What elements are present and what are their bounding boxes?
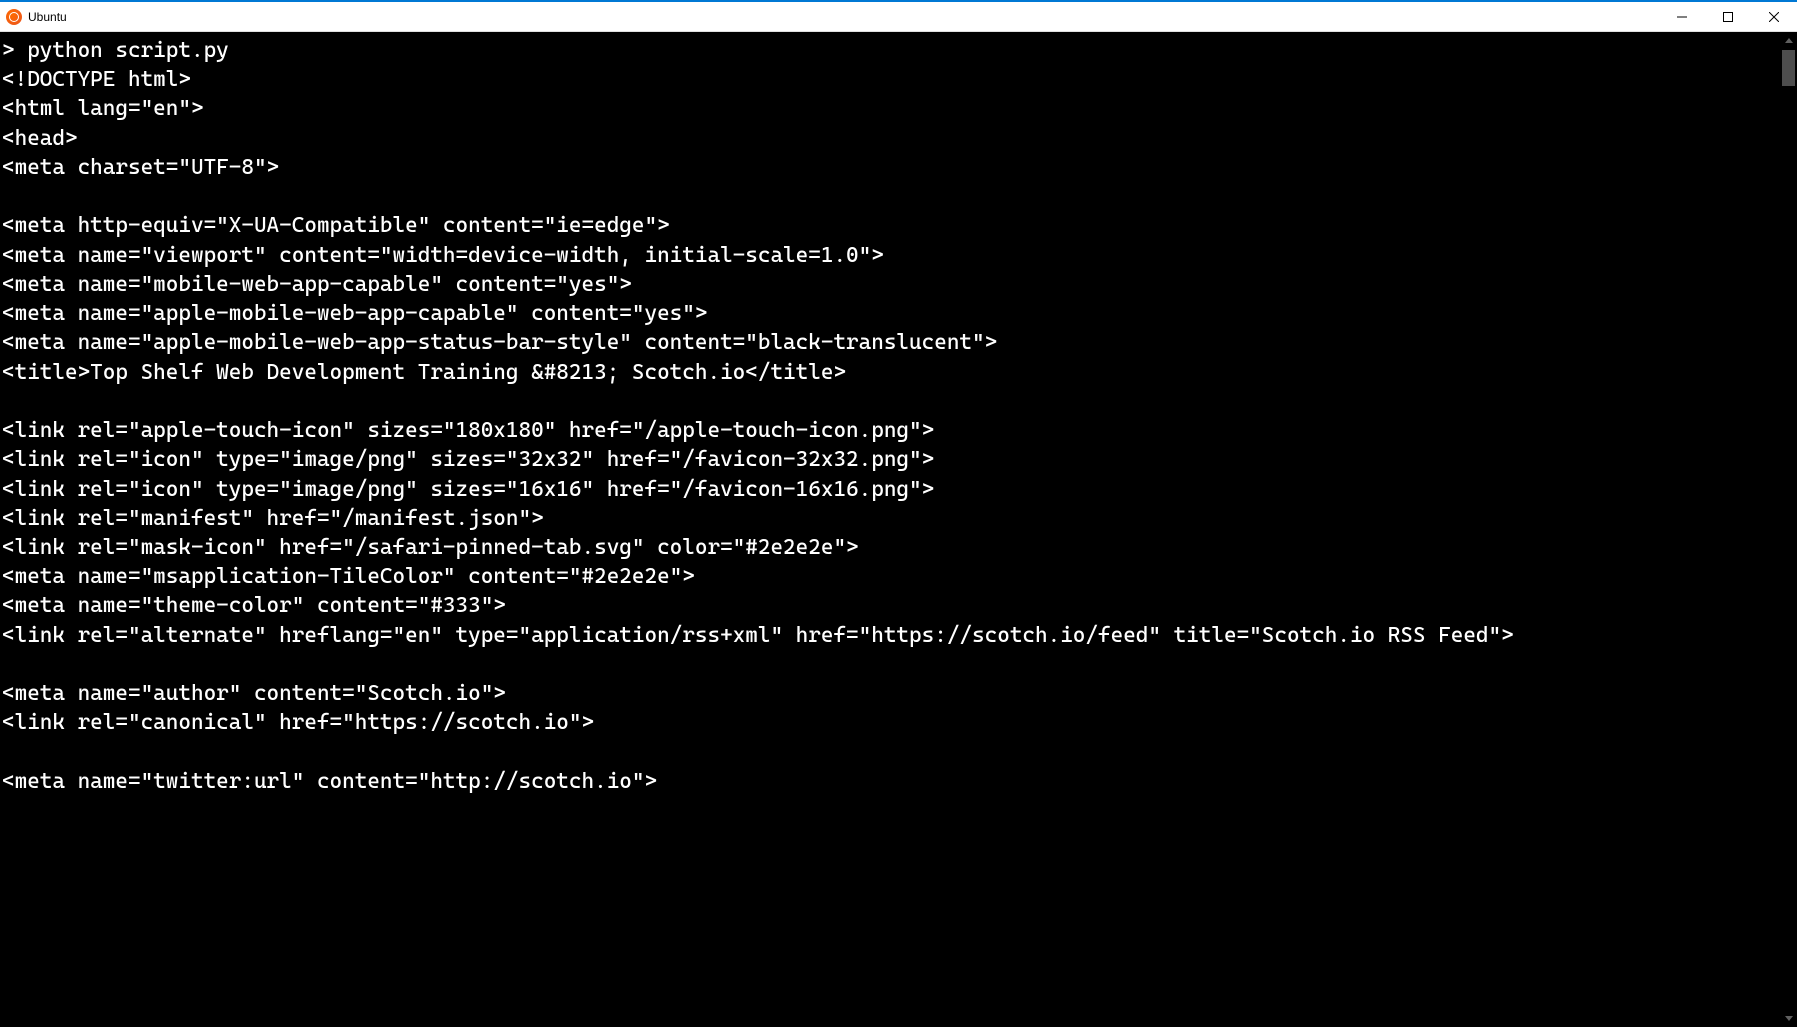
terminal-line: <meta charset="UTF-8"> — [2, 153, 1780, 182]
ubuntu-icon — [6, 9, 22, 25]
terminal-line: <meta http-equiv="X-UA-Compatible" conte… — [2, 211, 1780, 240]
window-frame: Ubuntu > python script.py<!DOCTYPE html>… — [0, 0, 1797, 1027]
terminal-line: <meta name="msapplication-TileColor" con… — [2, 562, 1780, 591]
titlebar-left: Ubuntu — [0, 9, 67, 25]
terminal-line: <meta name="apple-mobile-web-app-status-… — [2, 328, 1780, 357]
titlebar[interactable]: Ubuntu — [0, 2, 1797, 32]
terminal-line — [2, 182, 1780, 211]
terminal-line: <link rel="icon" type="image/png" sizes=… — [2, 475, 1780, 504]
maximize-button[interactable] — [1705, 2, 1751, 31]
terminal-line: <!DOCTYPE html> — [2, 65, 1780, 94]
terminal-output[interactable]: > python script.py<!DOCTYPE html><html l… — [0, 32, 1780, 1027]
terminal-line: <meta name="author" content="Scotch.io"> — [2, 679, 1780, 708]
terminal-line — [2, 387, 1780, 416]
terminal-line: <link rel="alternate" hreflang="en" type… — [2, 621, 1780, 650]
terminal-line — [2, 738, 1780, 767]
terminal-line: <meta name="apple-mobile-web-app-capable… — [2, 299, 1780, 328]
scroll-up-icon[interactable] — [1780, 32, 1797, 49]
terminal-line: <link rel="mask-icon" href="/safari-pinn… — [2, 533, 1780, 562]
terminal-line: <meta name="twitter:url" content="http:/… — [2, 767, 1780, 796]
window-title: Ubuntu — [28, 10, 67, 24]
minimize-icon — [1677, 12, 1687, 22]
window-controls — [1659, 2, 1797, 31]
terminal-line — [2, 650, 1780, 679]
close-button[interactable] — [1751, 2, 1797, 31]
terminal-line: <meta name="theme-color" content="#333"> — [2, 591, 1780, 620]
terminal-line: <link rel="icon" type="image/png" sizes=… — [2, 445, 1780, 474]
terminal-container: > python script.py<!DOCTYPE html><html l… — [0, 32, 1797, 1027]
terminal-line: <meta name="mobile-web-app-capable" cont… — [2, 270, 1780, 299]
terminal-line: > python script.py — [2, 36, 1780, 65]
close-icon — [1769, 12, 1779, 22]
terminal-line: <meta name="viewport" content="width=dev… — [2, 241, 1780, 270]
terminal-line: <html lang="en"> — [2, 94, 1780, 123]
scrollbar[interactable] — [1780, 32, 1797, 1027]
terminal-line: <title>Top Shelf Web Development Trainin… — [2, 358, 1780, 387]
terminal-line: <link rel="canonical" href="https://scot… — [2, 708, 1780, 737]
minimize-button[interactable] — [1659, 2, 1705, 31]
maximize-icon — [1723, 12, 1733, 22]
terminal-line: <link rel="manifest" href="/manifest.jso… — [2, 504, 1780, 533]
terminal-line: <head> — [2, 124, 1780, 153]
scroll-down-icon[interactable] — [1780, 1010, 1797, 1027]
terminal-line: <link rel="apple-touch-icon" sizes="180x… — [2, 416, 1780, 445]
scroll-thumb[interactable] — [1782, 50, 1795, 86]
